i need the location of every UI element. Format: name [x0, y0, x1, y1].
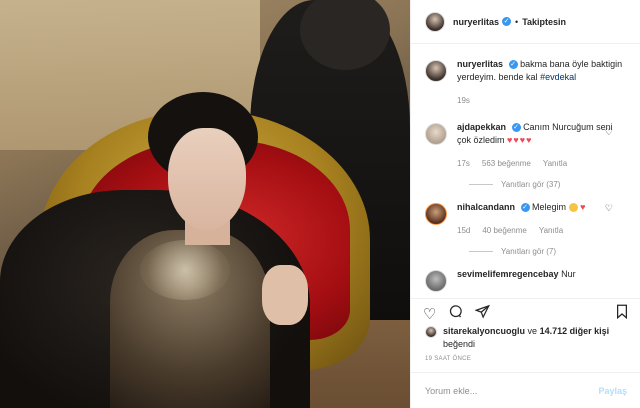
- comment-avatar[interactable]: [425, 123, 447, 145]
- view-replies-button[interactable]: Yanıtları gör (7): [469, 247, 627, 256]
- post-sidebar: nuryerlitas ✓ • Takiptesin nuryerlitas ✓…: [410, 0, 640, 408]
- comment-item: sevimelifemregencebay Nur: [425, 268, 627, 292]
- caption-time: 19s: [457, 96, 470, 105]
- likes-connector: ve: [527, 326, 538, 336]
- caption-username[interactable]: nuryerlitas: [457, 59, 503, 69]
- replies-divider: [469, 251, 493, 252]
- post-actions: ♡: [411, 298, 640, 328]
- comment-item: ajdapekkan ✓ Canım Nurcuğum seni çok özl…: [425, 121, 627, 170]
- liker-avatar[interactable]: [425, 326, 437, 338]
- author-avatar[interactable]: [425, 11, 445, 32]
- header-separator: •: [515, 16, 519, 27]
- post-photo[interactable]: [0, 0, 410, 408]
- post-timestamp: 19 SAAT ÖNCE: [425, 356, 472, 362]
- likes-summary: sitarekalyoncuoglu ve 14.712 diğer kişi …: [425, 325, 631, 351]
- comment-item: nihalcandann ✓ Melegim ♥ 15d 40 beğenme …: [425, 201, 627, 237]
- comment-time: 15d: [457, 226, 471, 235]
- comment-likes[interactable]: 563 beğenme: [482, 157, 531, 170]
- comment-text: Nur: [561, 269, 576, 279]
- likes-suffix: beğendi: [443, 339, 476, 349]
- comment-like-icon[interactable]: ♡: [605, 203, 613, 214]
- comment-text: Melegim: [532, 202, 567, 212]
- comment-username[interactable]: ajdapekkan: [457, 122, 506, 132]
- post-comment-button[interactable]: Paylaş: [598, 386, 627, 396]
- caption-avatar[interactable]: [425, 60, 447, 82]
- comment-time: 17s: [457, 159, 470, 168]
- add-comment-bar: Paylaş: [411, 372, 640, 408]
- verified-icon: ✓: [520, 203, 530, 213]
- view-replies-label: Yanıtları gör (37): [501, 180, 561, 189]
- author-username[interactable]: nuryerlitas: [453, 17, 499, 27]
- photo-necklace: [140, 240, 230, 300]
- comment-avatar[interactable]: [425, 270, 447, 292]
- likes-count[interactable]: 14.712 diğer kişi: [540, 326, 610, 336]
- photo-face: [168, 128, 246, 230]
- reply-button[interactable]: Yanıtla: [539, 224, 563, 237]
- reply-button[interactable]: Yanıtla: [543, 157, 567, 170]
- bookmark-icon[interactable]: [615, 304, 629, 323]
- comment-like-icon[interactable]: ♡: [605, 127, 613, 138]
- replies-divider: [469, 184, 493, 185]
- share-icon[interactable]: [474, 304, 491, 323]
- verified-icon: ✓: [511, 123, 521, 133]
- comment-username[interactable]: sevimelifemregencebay: [457, 269, 559, 279]
- verified-icon: ✓: [502, 17, 512, 26]
- heart-icon[interactable]: ♡: [423, 305, 436, 323]
- comment-avatar[interactable]: [425, 203, 447, 225]
- view-replies-label: Yanıtları gör (7): [501, 247, 556, 256]
- comment-likes[interactable]: 40 beğenme: [482, 224, 526, 237]
- comment-input[interactable]: [425, 385, 599, 396]
- verified-icon: ✓: [508, 60, 518, 70]
- follow-status-button[interactable]: Takiptesin: [522, 17, 566, 27]
- red-hearts-emoji: ♥♥♥♥: [507, 135, 533, 145]
- comments-list[interactable]: nuryerlitas ✓ bakma bana öyle baktigin y…: [411, 44, 640, 298]
- photo-hand: [262, 265, 308, 325]
- caption: nuryerlitas ✓ bakma bana öyle baktigin y…: [425, 58, 627, 107]
- liker-username[interactable]: sitarekalyoncuoglu: [443, 326, 525, 336]
- comment-username[interactable]: nihalcandann: [457, 202, 515, 212]
- view-replies-button[interactable]: Yanıtları gör (37): [469, 180, 627, 189]
- sad-face-emoji: [568, 203, 578, 213]
- comment-icon[interactable]: [448, 304, 463, 323]
- post-header: nuryerlitas ✓ • Takiptesin: [411, 0, 640, 44]
- red-heart-emoji: ♥: [580, 202, 587, 212]
- caption-hashtag[interactable]: #evdekal: [540, 72, 576, 82]
